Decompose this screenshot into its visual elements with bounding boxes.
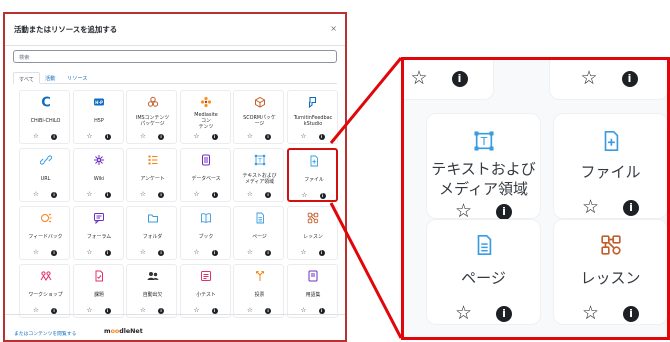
info-icon: i <box>451 70 468 87</box>
zoom-panel: ☆ i ☆ i T テキストおよび メディア領域 ☆ i ファイル ☆ i ページ ☆ i … <box>401 57 670 340</box>
activity-label: レッスン <box>580 269 641 287</box>
star-icon[interactable]: ☆ <box>455 304 472 323</box>
zoom-activity-tile[interactable]: T テキストおよび メディア領域 ☆ i <box>426 113 541 221</box>
info-icon: i <box>621 70 638 87</box>
zoom-card-partial: ☆ i <box>404 60 494 100</box>
activity-label: テキストおよび メディア領域 <box>431 160 536 198</box>
zoom-activity-tile[interactable]: ページ ☆ i <box>426 219 541 325</box>
star-icon: ☆ <box>410 67 428 89</box>
file-icon <box>554 130 667 152</box>
page-icon <box>427 234 540 256</box>
lesson-icon <box>554 234 667 256</box>
activity-label: ページ <box>461 269 506 287</box>
info-icon[interactable]: i <box>623 199 640 216</box>
star-icon[interactable]: ☆ <box>582 198 599 217</box>
svg-text:T: T <box>479 135 487 148</box>
info-icon[interactable]: i <box>496 305 513 322</box>
activity-label: ファイル <box>580 163 641 181</box>
zoom-card-partial: ☆ i <box>549 60 667 100</box>
star-icon: ☆ <box>580 67 598 89</box>
info-icon[interactable]: i <box>623 305 640 322</box>
text-media-icon: T <box>427 130 540 152</box>
zoom-activity-tile[interactable]: レッスン ☆ i <box>553 219 667 325</box>
zoom-activity-tile[interactable]: ファイル ☆ i <box>553 113 667 219</box>
info-icon[interactable]: i <box>496 203 513 220</box>
star-icon[interactable]: ☆ <box>582 304 599 323</box>
